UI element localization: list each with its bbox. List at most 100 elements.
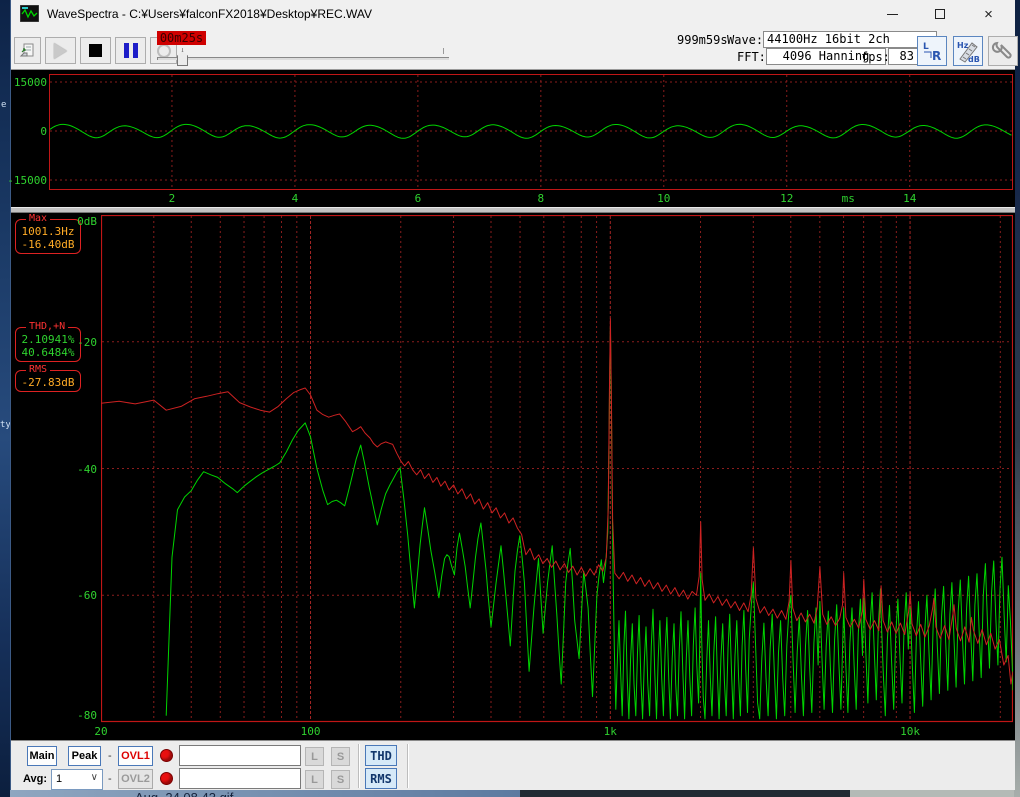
- ovl1-file-field[interactable]: [179, 745, 301, 766]
- max-readout: Max 1001.3Hz -16.40dB: [15, 219, 81, 254]
- screen: e ty Aug. 24 08 43.gif WaveSpectra - C:¥…: [0, 0, 1020, 797]
- play-button[interactable]: [45, 37, 76, 64]
- svg-text:dB: dB: [968, 55, 980, 63]
- ovl2-file-field[interactable]: [179, 768, 301, 789]
- main-button[interactable]: Main: [27, 746, 57, 766]
- fft-label: FFT:: [737, 50, 766, 64]
- svg-text:Hz: Hz: [957, 41, 969, 50]
- axis-tick-label: 0: [40, 125, 47, 138]
- avg-label: Avg:: [23, 773, 47, 785]
- toolbar-groove: [358, 744, 360, 788]
- axis-tick-label: 14: [903, 192, 916, 205]
- hz-db-ruler-icon: Hz dB: [956, 39, 980, 63]
- minimize-button[interactable]: [869, 0, 916, 28]
- desktop-edge-left: e ty: [0, 0, 10, 797]
- window-title: WaveSpectra - C:¥Users¥falconFX2018¥Desk…: [47, 7, 372, 21]
- maximize-icon: [935, 9, 945, 19]
- channel-lr-button[interactable]: L R: [917, 36, 947, 66]
- minimize-icon: [887, 14, 898, 15]
- thd-readout-label: THD,+N: [26, 321, 68, 332]
- ovl2-s-button[interactable]: S: [331, 770, 350, 789]
- thd-percent-value: 2.10941%: [17, 333, 79, 346]
- wave-label: Wave:: [727, 33, 763, 47]
- max-level-value: -16.40dB: [17, 238, 79, 251]
- axis-tick-label: 2: [169, 192, 176, 205]
- axis-tick-label: 4: [292, 192, 299, 205]
- axis-tick-label: 8: [538, 192, 545, 205]
- play-icon: [54, 43, 67, 59]
- axis-tick-label: -80: [77, 709, 97, 722]
- toolbar-groove: [407, 744, 409, 788]
- rms-mode-button[interactable]: RMS: [365, 768, 397, 789]
- spectrum-plot: [101, 215, 1013, 723]
- desktop-file-label[interactable]: Aug. 24 08 43.gif: [135, 790, 233, 797]
- wave-format-field: 44100Hz 16bit 2ch: [763, 31, 937, 48]
- ovl2-l-button[interactable]: L: [305, 770, 324, 789]
- thd-mode-button[interactable]: THD: [365, 745, 397, 766]
- stop-icon: [89, 44, 102, 57]
- ovl1-s-button[interactable]: S: [331, 747, 350, 766]
- rms-value: -27.83dB: [17, 376, 79, 389]
- rms-readout: RMS -27.83dB: [15, 370, 81, 392]
- rms-readout-label: RMS: [26, 364, 50, 375]
- chevron-down-icon: ∨: [91, 772, 98, 783]
- toolbar: 00m25s 999m59s Wave: 44100Hz 16bit 2ch F…: [11, 28, 1015, 70]
- ovl2-button[interactable]: OVL2: [118, 769, 153, 789]
- axis-scale-button[interactable]: Hz dB: [953, 36, 983, 66]
- desktop-edge-bottom: Aug. 24 08 43.gif: [10, 790, 1014, 797]
- wavespectra-window: WaveSpectra - C:¥Users¥falconFX2018¥Desk…: [10, 0, 1014, 790]
- axis-tick-label: 6: [415, 192, 422, 205]
- axis-tick-label: 10: [657, 192, 670, 205]
- pause-icon: [124, 43, 138, 58]
- bottom-control-bar: Main Peak - OVL1 L S THD Avg: 1 ∨ - OVL2…: [11, 740, 1015, 790]
- axis-tick-label: ms: [842, 192, 855, 205]
- oscilloscope-panel: 150000-15000 2468101214ms: [11, 70, 1015, 207]
- axis-tick-label: -15000: [7, 174, 47, 187]
- svg-text:R: R: [932, 49, 941, 63]
- axis-tick-label: -40: [77, 463, 97, 476]
- axis-tick-label: -60: [77, 589, 97, 602]
- app-icon: [20, 5, 39, 22]
- ovl2-indicator-led[interactable]: [160, 772, 173, 785]
- wallpaper-zone: [850, 790, 1014, 797]
- fps-label: fps:: [861, 50, 890, 64]
- axis-tick-label: -20: [77, 336, 97, 349]
- stop-button[interactable]: [80, 37, 111, 64]
- max-readout-label: Max: [26, 213, 50, 224]
- pause-button[interactable]: [115, 37, 146, 64]
- spectrum-panel: Max 1001.3Hz -16.40dB THD,+N 2.10941% 40…: [11, 213, 1015, 740]
- axis-tick-label: 10k: [900, 725, 920, 738]
- seek-thumb[interactable]: [177, 51, 188, 66]
- avg-selected-value: 1: [56, 773, 62, 785]
- open-file-button[interactable]: [14, 37, 41, 64]
- channel-lr-icon: L R: [920, 39, 944, 63]
- close-button[interactable]: ×: [963, 0, 1014, 28]
- avg-select[interactable]: 1 ∨: [51, 769, 103, 790]
- dash-separator: -: [108, 750, 112, 762]
- thd-percent2-value: 40.6484%: [17, 346, 79, 359]
- peak-button[interactable]: Peak: [68, 746, 101, 766]
- titlebar[interactable]: WaveSpectra - C:¥Users¥falconFX2018¥Desk…: [11, 0, 1015, 28]
- thd-readout: THD,+N 2.10941% 40.6484%: [15, 327, 81, 362]
- elapsed-time-display: 00m25s: [157, 31, 206, 45]
- seek-track[interactable]: [157, 57, 449, 60]
- seek-slider[interactable]: [157, 48, 449, 66]
- max-frequency-value: 1001.3Hz: [17, 225, 79, 238]
- axis-tick-label: 0dB: [77, 215, 97, 228]
- svg-text:L: L: [923, 42, 929, 52]
- dash-separator: -: [108, 773, 112, 785]
- total-time-label: 999m59s: [677, 33, 728, 47]
- axis-tick-label: 100: [301, 725, 321, 738]
- close-icon: ×: [984, 6, 993, 23]
- wallpaper-zone: [10, 790, 520, 797]
- axis-tick-label: 1k: [604, 725, 617, 738]
- axis-tick-label: 20: [94, 725, 107, 738]
- ovl1-l-button[interactable]: L: [305, 747, 324, 766]
- axis-tick-label: 15000: [14, 76, 47, 89]
- ovl1-button[interactable]: OVL1: [118, 746, 153, 766]
- ovl1-indicator-led[interactable]: [160, 749, 173, 762]
- wallpaper-zone: [520, 790, 850, 797]
- settings-button[interactable]: [988, 36, 1018, 66]
- axis-tick-label: 12: [780, 192, 793, 205]
- maximize-button[interactable]: [916, 0, 963, 28]
